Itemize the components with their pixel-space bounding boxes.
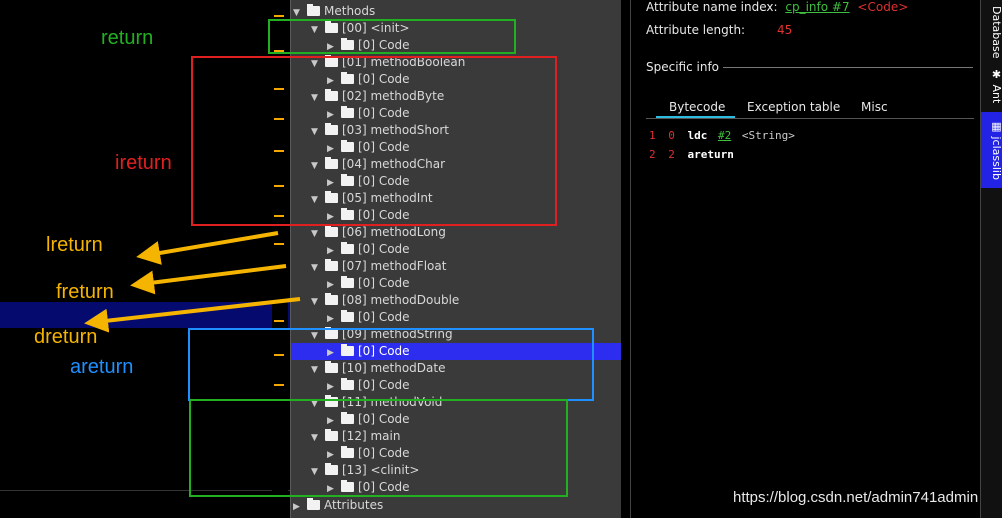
annotation-freturn: freturn bbox=[56, 281, 114, 303]
jclasslib-icon: ▦ bbox=[990, 120, 1002, 137]
bytecode-line: 1 0 ldc #2 <String> bbox=[649, 129, 795, 142]
chevron-right-icon[interactable]: ▶ bbox=[293, 499, 307, 516]
chevron-down-icon[interactable]: ▼ bbox=[311, 226, 325, 243]
tree-node-code[interactable]: ▶ [0] Code bbox=[327, 309, 410, 326]
tool-tab-jclasslib[interactable]: ▦ jclasslib bbox=[981, 112, 1002, 188]
attr-name-value: <Code> bbox=[857, 0, 909, 14]
ant-icon: ✱ bbox=[990, 68, 1002, 85]
annotation-dreturn: dreturn bbox=[34, 326, 98, 348]
annotation-ireturn: ireturn bbox=[115, 152, 172, 174]
folder-icon bbox=[325, 225, 338, 237]
specific-info-label: Specific info bbox=[646, 60, 720, 74]
tabs-divider bbox=[646, 118, 974, 119]
folder-icon bbox=[307, 498, 320, 510]
cp-info-link[interactable]: cp_info #7 bbox=[785, 0, 849, 14]
chevron-down-icon[interactable]: ▼ bbox=[311, 294, 325, 311]
tree-node-code[interactable]: ▶ [0] Code bbox=[327, 275, 410, 292]
folder-icon bbox=[341, 242, 354, 254]
tool-tab-ant[interactable]: ✱ Ant bbox=[981, 66, 1002, 106]
tree-node-code[interactable]: ▶ [0] Code bbox=[327, 241, 410, 258]
highlighted-line bbox=[0, 302, 290, 328]
folder-icon bbox=[307, 4, 320, 16]
tool-window-bar: Database ✱ Ant ▦ jclasslib bbox=[980, 0, 1002, 518]
tree-node-method[interactable]: ▼ [08] methodDouble bbox=[311, 292, 459, 309]
tree-node-method[interactable]: ▼ [07] methodFloat bbox=[311, 258, 446, 275]
tab-misc[interactable]: Misc bbox=[861, 100, 888, 114]
marker-tick bbox=[274, 15, 284, 17]
annotation-box-void bbox=[189, 399, 568, 497]
tree-node-attributes[interactable]: ▶ Attributes bbox=[293, 497, 383, 514]
tree-node-method[interactable]: ▼ [06] methodLong bbox=[311, 224, 446, 241]
attr-name-row: Attribute name index: cp_info #7 <Code> bbox=[646, 0, 909, 14]
details-pane: Attribute name index: cp_info #7 <Code> … bbox=[630, 0, 981, 518]
annotation-return: return bbox=[101, 27, 154, 49]
annotation-box-return bbox=[268, 19, 516, 54]
divider bbox=[723, 67, 973, 68]
folder-icon bbox=[341, 310, 354, 322]
chevron-down-icon[interactable]: ▼ bbox=[311, 260, 325, 277]
annotation-lreturn: lreturn bbox=[46, 234, 103, 256]
attr-length-label: Attribute length: bbox=[646, 23, 746, 37]
constant-link[interactable]: #2 bbox=[718, 129, 731, 142]
annotation-areturn: areturn bbox=[70, 356, 134, 378]
marker-tick bbox=[274, 320, 284, 322]
annotation-box-areturn bbox=[188, 328, 594, 401]
tree-node-methods[interactable]: ▼ Methods bbox=[293, 3, 375, 20]
tab-bytecode[interactable]: Bytecode bbox=[669, 100, 725, 114]
annotation-box-ireturn bbox=[191, 56, 557, 226]
tool-tab-database[interactable]: Database bbox=[981, 4, 1002, 60]
attr-length-value: 45 bbox=[777, 23, 793, 37]
folder-icon bbox=[325, 293, 338, 305]
bytecode-line: 2 2 areturn bbox=[649, 148, 734, 161]
folder-icon bbox=[325, 259, 338, 271]
watermark: https://blog.csdn.net/admin741admin bbox=[733, 489, 979, 506]
folder-icon bbox=[341, 276, 354, 288]
tab-exception-table[interactable]: Exception table bbox=[747, 100, 840, 114]
marker-tick bbox=[274, 243, 284, 245]
